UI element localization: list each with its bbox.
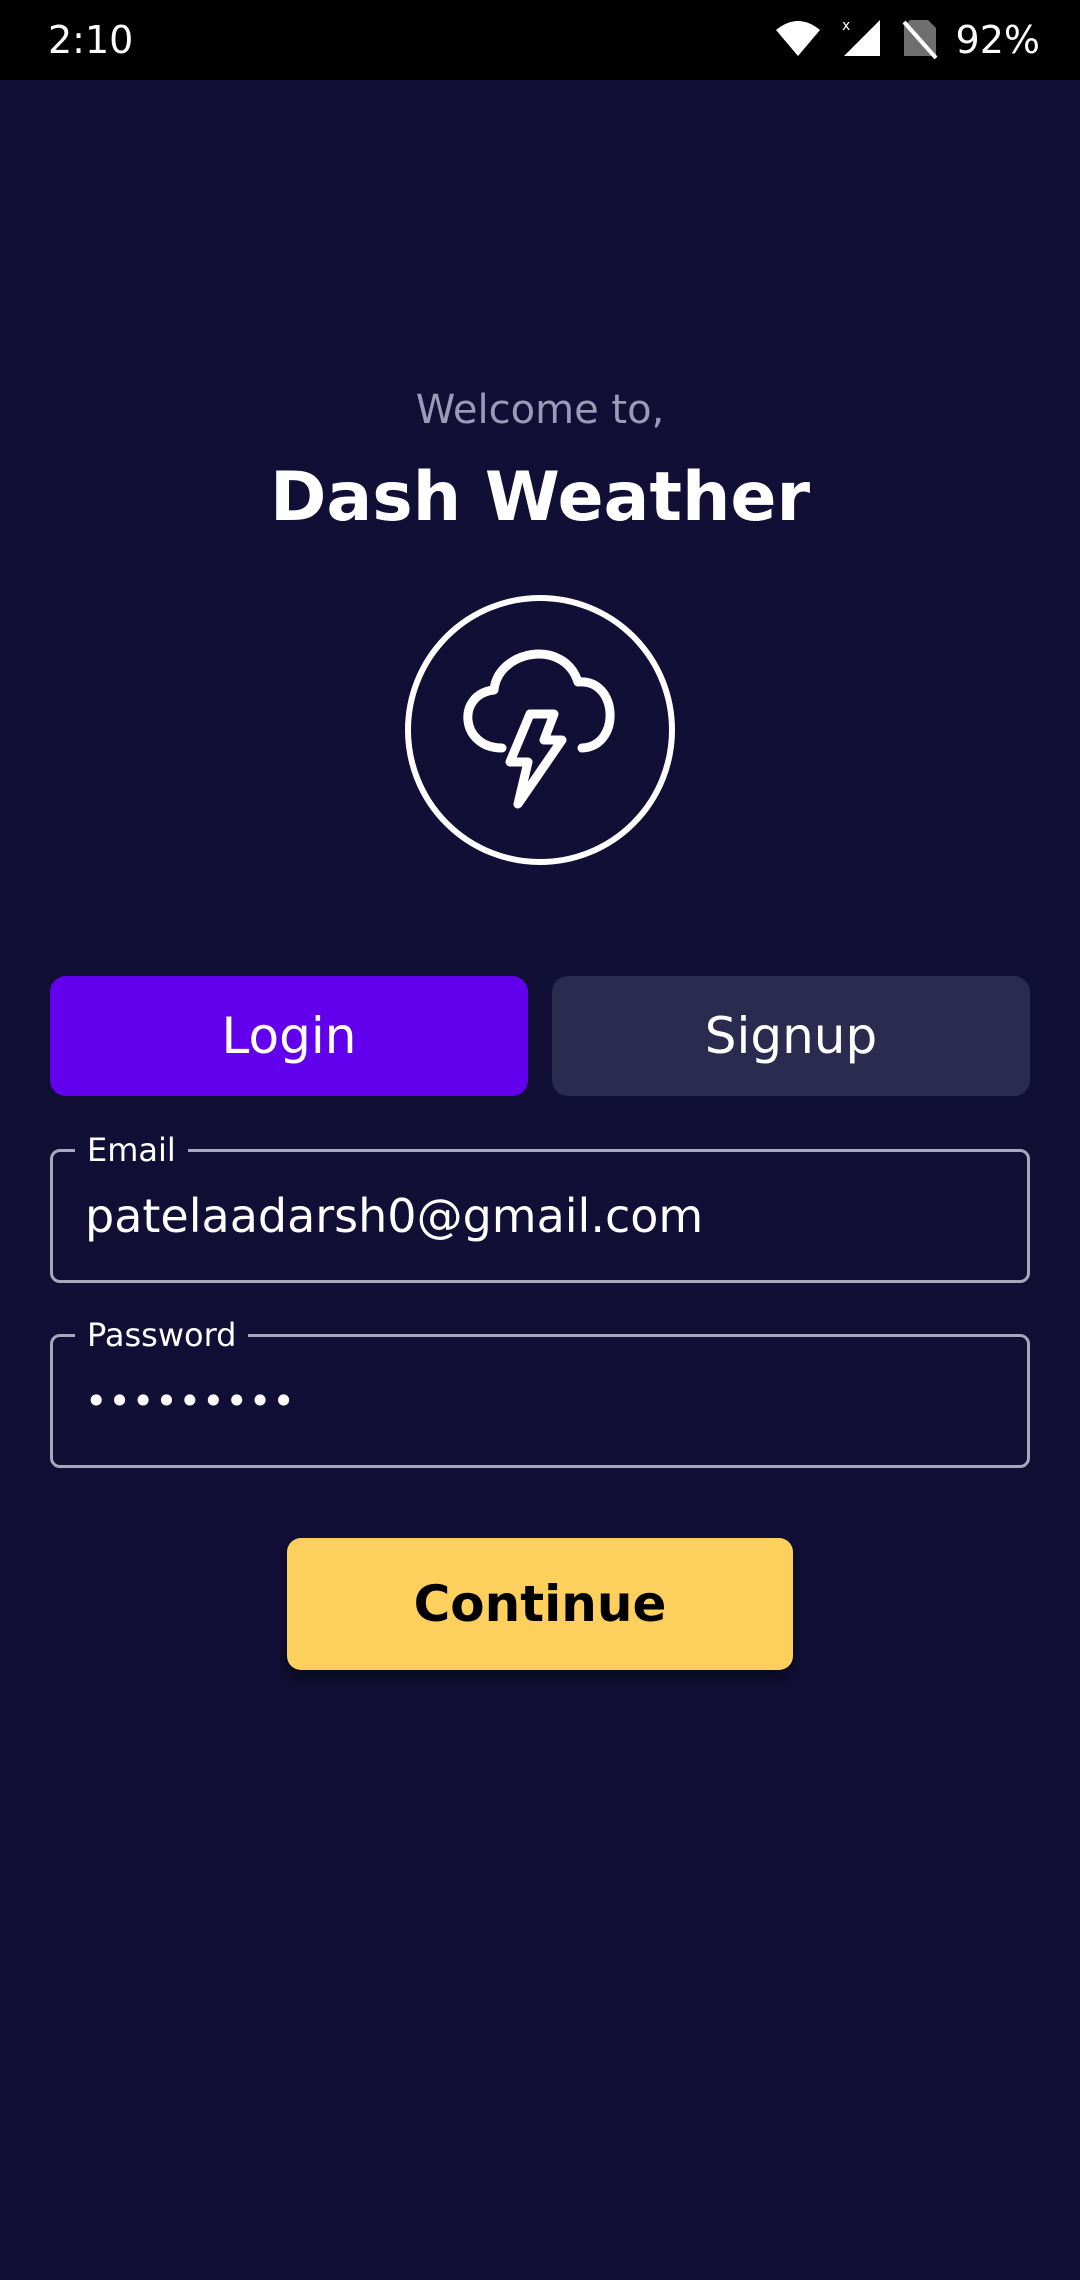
thunderstorm-cloud-icon [404, 594, 676, 866]
wifi-icon [774, 18, 822, 62]
password-field[interactable]: Password ••••••••• [50, 1315, 1030, 1468]
continue-button[interactable]: Continue [287, 1538, 793, 1670]
password-value[interactable]: ••••••••• [85, 1337, 296, 1465]
svg-text:x: x [842, 18, 850, 34]
welcome-text: Welcome to, [415, 387, 665, 433]
tab-signup[interactable]: Signup [552, 976, 1030, 1096]
login-screen: Welcome to, Dash Weather Login Signup Em… [0, 80, 1080, 2280]
battery-percent: 92% [955, 18, 1040, 62]
app-title: Dash Weather [269, 458, 811, 537]
status-bar: 2:10 x 92% [0, 0, 1080, 80]
signal-icon: x [840, 16, 884, 64]
status-icons: x 92% [774, 14, 1040, 66]
email-field[interactable]: Email patelaadarsh0@gmail.com [50, 1130, 1030, 1283]
tab-login[interactable]: Login [50, 976, 528, 1096]
email-value[interactable]: patelaadarsh0@gmail.com [85, 1152, 703, 1280]
status-time: 2:10 [48, 18, 134, 62]
auth-tabs: Login Signup [50, 976, 1030, 1096]
no-sim-icon [902, 16, 938, 64]
